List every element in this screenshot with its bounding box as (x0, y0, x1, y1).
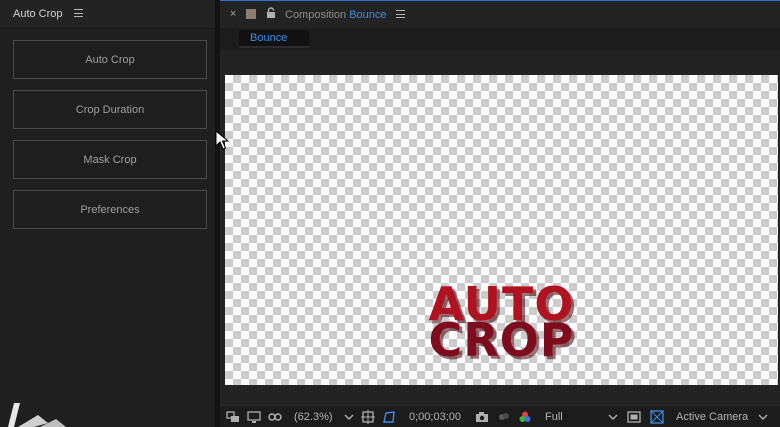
auto-crop-panel-header: Auto Crop (0, 0, 215, 29)
composition-title: Composition Bounce (285, 9, 387, 21)
composition-name: Bounce (349, 9, 387, 21)
auto-crop-panel: Auto Crop Auto Crop Crop Duration Mask C… (0, 0, 215, 427)
close-icon[interactable]: × (230, 8, 236, 20)
camera-view-dropdown[interactable]: Active Camera (676, 410, 748, 424)
chevron-down-icon[interactable] (342, 410, 356, 424)
preferences-button[interactable]: Preferences (13, 190, 207, 229)
crop-duration-button[interactable]: Crop Duration (13, 90, 207, 129)
camera-icon[interactable] (475, 410, 489, 424)
lock-icon[interactable] (266, 7, 276, 19)
auto-crop-button[interactable]: Auto Crop (13, 40, 207, 79)
auto-crop-panel-body: Auto Crop Crop Duration Mask Crop Prefer… (0, 29, 215, 427)
color-wheel-icon[interactable] (518, 410, 532, 424)
canvas-text-crop: CROP (428, 313, 575, 367)
chevron-down-icon[interactable] (756, 410, 770, 424)
snapshot-icon[interactable] (497, 410, 511, 424)
panel-title: Auto Crop (13, 8, 63, 20)
fast-preview-icon[interactable] (627, 410, 641, 424)
zoom-level[interactable]: (62.3%) (294, 410, 333, 424)
composition-tab-bar: Bounce (220, 28, 780, 50)
label-color-swatch[interactable] (246, 9, 256, 19)
composition-viewer[interactable]: AUTO CROP (220, 50, 780, 405)
menu-icon[interactable] (74, 9, 83, 17)
mask-path-icon[interactable] (382, 410, 396, 424)
composition-title-prefix: Composition (285, 9, 347, 21)
composition-panel-header: × Composition Bounce (220, 0, 780, 28)
mouse-pointer-icon (215, 130, 229, 150)
transparency-grid-icon[interactable] (650, 410, 664, 424)
viewer-toolbar: (62.3%) 0;00;03;00 Full Active Camera (220, 405, 780, 427)
safe-area-icon[interactable] (361, 410, 375, 424)
region-icon[interactable] (226, 410, 240, 424)
composition-canvas[interactable]: AUTO CROP (225, 75, 778, 385)
resolution-dropdown[interactable]: Full (545, 410, 563, 424)
chevron-down-icon[interactable] (606, 410, 620, 424)
monitor-icon[interactable] (247, 410, 261, 424)
ae-logo-icon (8, 403, 66, 427)
mask-crop-button[interactable]: Mask Crop (13, 140, 207, 179)
mask-icon[interactable] (268, 410, 282, 424)
tab-bounce[interactable]: Bounce (239, 30, 309, 48)
menu-icon[interactable] (396, 10, 405, 18)
composition-panel: × Composition Bounce Bounce AUTO CROP (6… (220, 0, 780, 427)
current-timecode[interactable]: 0;00;03;00 (409, 410, 461, 424)
